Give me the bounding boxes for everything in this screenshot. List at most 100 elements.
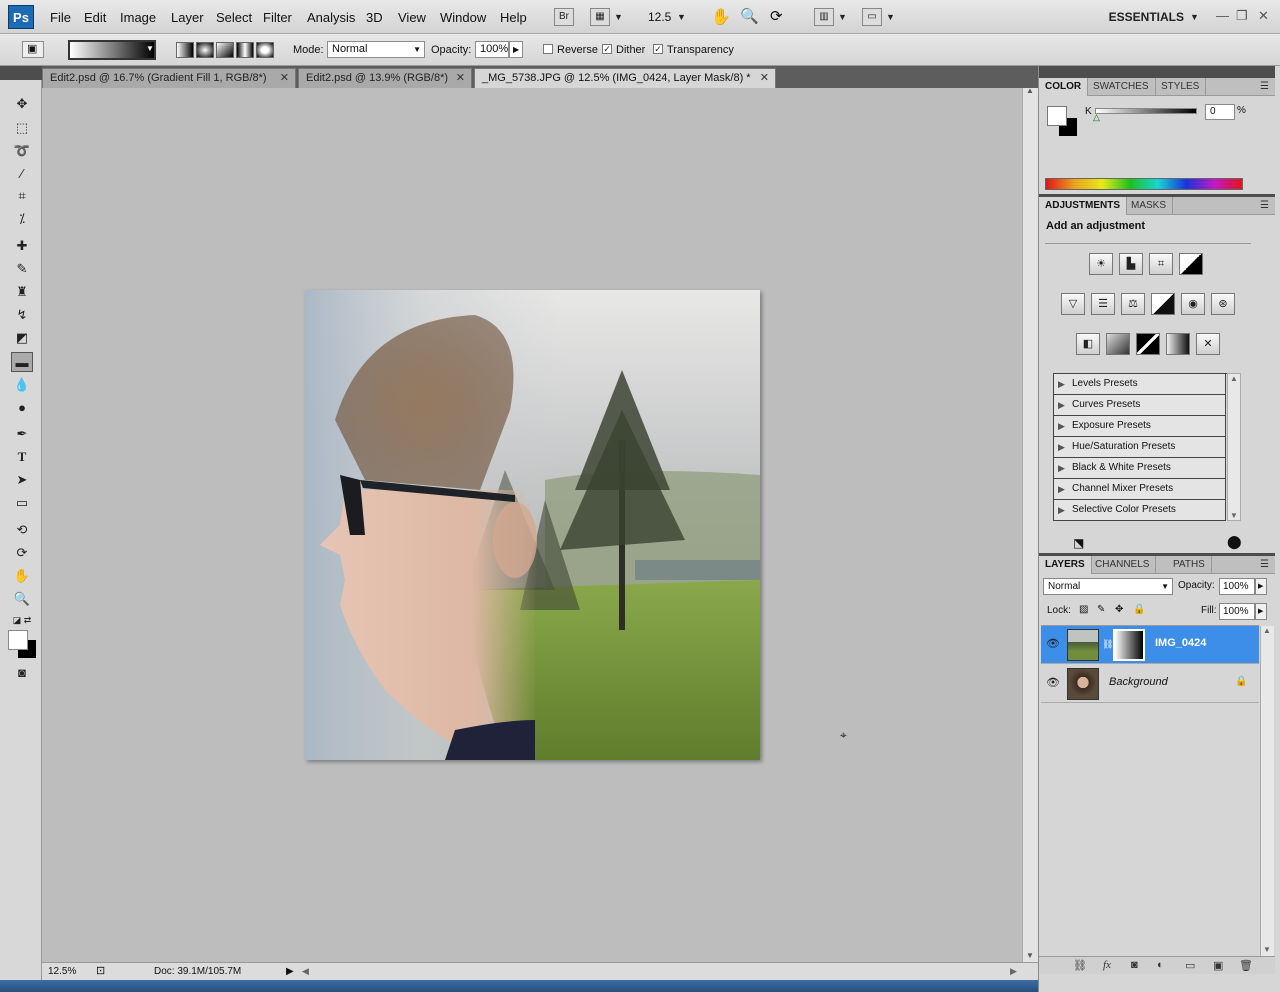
tab-channels[interactable]: CHANNELS [1089, 556, 1157, 574]
posterize-icon[interactable] [1106, 333, 1130, 355]
tab-document-3[interactable]: _MG_5738.JPG @ 12.5% (IMG_0424, Layer Ma… [474, 68, 776, 88]
menu-3d[interactable]: 3D [366, 10, 383, 25]
clip-to-layer-icon[interactable]: ⬤ [1227, 534, 1242, 550]
tab-paths[interactable]: PATHS [1167, 556, 1212, 574]
scroll-right-icon[interactable]: ▶ [1010, 966, 1017, 977]
scroll-up-icon[interactable]: ▲ [1230, 374, 1238, 383]
magic-wand-tool-icon[interactable]: ⁄ [11, 164, 33, 184]
brush-tool-icon[interactable]: ✎ [11, 259, 33, 279]
link-icon[interactable]: ⛓ [1102, 639, 1113, 650]
default-colors-icon[interactable]: ◪ ⇄ [11, 610, 33, 630]
close-icon[interactable]: ✕ [1258, 8, 1269, 24]
menu-image[interactable]: Image [120, 10, 156, 25]
minimize-icon[interactable]: — [1216, 8, 1229, 23]
tab-masks[interactable]: MASKS [1125, 197, 1174, 215]
opacity-input[interactable]: 100% [475, 41, 509, 58]
selective-color-icon[interactable]: ✕ [1196, 333, 1220, 355]
workspace-switcher[interactable]: ESSENTIALS [1109, 10, 1184, 24]
arrange-documents-icon[interactable]: ▥ [814, 8, 834, 26]
levels-icon[interactable]: ▙ [1119, 253, 1143, 275]
angle-gradient-icon[interactable] [216, 42, 234, 58]
preset-exposure[interactable]: ▶ Exposure Presets [1053, 416, 1226, 437]
tools-panel-header[interactable] [0, 66, 42, 80]
diamond-gradient-icon[interactable] [256, 42, 274, 58]
lock-image-icon[interactable]: ✎ [1097, 604, 1105, 615]
vibrance-icon[interactable]: ▽ [1061, 293, 1085, 315]
lock-transparent-icon[interactable]: ▨ [1079, 604, 1088, 615]
link-layers-icon[interactable]: ⛓ [1073, 959, 1087, 972]
shape-tool-icon[interactable]: ▭ [11, 493, 33, 513]
delete-layer-icon[interactable]: 🗑 [1239, 959, 1253, 972]
foreground-color-swatch[interactable] [1047, 106, 1067, 126]
type-tool-icon[interactable]: T [11, 447, 33, 467]
visibility-eye-icon[interactable]: 👁 [1046, 676, 1060, 689]
blur-tool-icon[interactable]: 💧 [11, 375, 33, 395]
tab-color[interactable]: COLOR [1039, 78, 1089, 96]
path-selection-tool-icon[interactable]: ➤ [11, 470, 33, 490]
gradient-tool-icon[interactable]: ▬ [11, 352, 33, 372]
fill-input[interactable]: 100% [1219, 603, 1255, 620]
lock-position-icon[interactable]: ✥ [1115, 604, 1123, 615]
panel-menu-icon[interactable]: ☰ [1260, 200, 1269, 211]
eraser-tool-icon[interactable]: ◩ [11, 328, 33, 348]
preset-selective-color[interactable]: ▶ Selective Color Presets [1053, 500, 1226, 521]
preset-channel-mixer[interactable]: ▶ Channel Mixer Presets [1053, 479, 1226, 500]
document-canvas-image[interactable] [305, 290, 760, 760]
menu-view[interactable]: View [398, 10, 426, 25]
tab-layers[interactable]: LAYERS [1039, 556, 1092, 574]
menu-window[interactable]: Window [440, 10, 486, 25]
preset-curves[interactable]: ▶ Curves Presets [1053, 395, 1226, 416]
chevron-down-icon[interactable]: ▼ [614, 12, 623, 22]
bridge-button[interactable]: Br [554, 8, 574, 26]
layer-name[interactable]: Background [1109, 676, 1168, 688]
blend-mode-select[interactable]: Normal ▼ [1043, 578, 1173, 595]
reflected-gradient-icon[interactable] [236, 42, 254, 58]
scroll-down-icon[interactable]: ▼ [1026, 951, 1034, 960]
menu-select[interactable]: Select [216, 10, 252, 25]
clone-stamp-tool-icon[interactable]: ♜ [11, 282, 33, 302]
menu-file[interactable]: File [50, 10, 71, 25]
healing-brush-tool-icon[interactable]: ✚ [11, 236, 33, 256]
panel-menu-icon[interactable]: ☰ [1260, 81, 1269, 92]
chevron-down-icon[interactable]: ▼ [1190, 12, 1199, 22]
close-icon[interactable]: ✕ [280, 69, 289, 87]
return-to-adjustment-list-icon[interactable]: ⬔ [1073, 536, 1084, 550]
opacity-slider-toggle[interactable]: ▶ [509, 41, 523, 58]
tab-styles[interactable]: STYLES [1155, 78, 1207, 96]
layer-mask-thumbnail[interactable] [1113, 629, 1145, 661]
layer-opacity-input[interactable]: 100% [1219, 578, 1255, 595]
chevron-down-icon[interactable]: ▼ [146, 44, 154, 53]
vertical-scrollbar[interactable]: ▲ ▼ [1022, 86, 1038, 962]
layer-row-img-0424[interactable]: 👁 ⛓ IMG_0424 [1041, 626, 1259, 664]
scroll-up-icon[interactable]: ▲ [1263, 626, 1271, 635]
k-slider-track[interactable] [1095, 108, 1197, 114]
restore-icon[interactable]: ❐ [1236, 8, 1248, 24]
threshold-icon[interactable] [1136, 333, 1160, 355]
scroll-up-icon[interactable]: ▲ [1026, 86, 1034, 95]
chevron-down-icon[interactable]: ▼ [886, 12, 895, 22]
screen-mode-icon[interactable]: ▭ [862, 8, 882, 26]
channel-mixer-icon[interactable]: ⊛ [1211, 293, 1235, 315]
lasso-tool-icon[interactable]: ➰ [11, 141, 33, 161]
k-value-input[interactable]: 0 [1205, 104, 1235, 120]
hand-tool-icon[interactable]: ✋ [11, 566, 33, 586]
scroll-down-icon[interactable]: ▼ [1230, 511, 1238, 520]
pen-tool-icon[interactable]: ✒ [11, 424, 33, 444]
curves-icon[interactable]: ⌗ [1149, 253, 1173, 275]
move-tool-icon[interactable]: ✥ [11, 94, 33, 114]
exposure-icon[interactable] [1179, 253, 1203, 275]
zoom-tool-icon[interactable]: 🔍 [740, 7, 759, 25]
tab-adjustments[interactable]: ADJUSTMENTS [1039, 197, 1128, 215]
invert-icon[interactable]: ◧ [1076, 333, 1100, 355]
radial-gradient-icon[interactable] [196, 42, 214, 58]
fill-slider-toggle[interactable]: ▶ [1255, 603, 1267, 620]
layers-scrollbar[interactable]: ▲ ▼ [1260, 626, 1274, 956]
layer-style-icon[interactable]: fx [1103, 959, 1111, 971]
chevron-down-icon[interactable]: ▼ [677, 12, 686, 22]
zoom-tool-icon[interactable]: 🔍 [11, 589, 33, 609]
gradient-picker[interactable] [68, 40, 156, 60]
menu-help[interactable]: Help [500, 10, 527, 25]
chevron-down-icon[interactable]: ▼ [838, 12, 847, 22]
preset-hue-saturation[interactable]: ▶ Hue/Saturation Presets [1053, 437, 1226, 458]
reverse-checkbox[interactable] [543, 44, 553, 54]
